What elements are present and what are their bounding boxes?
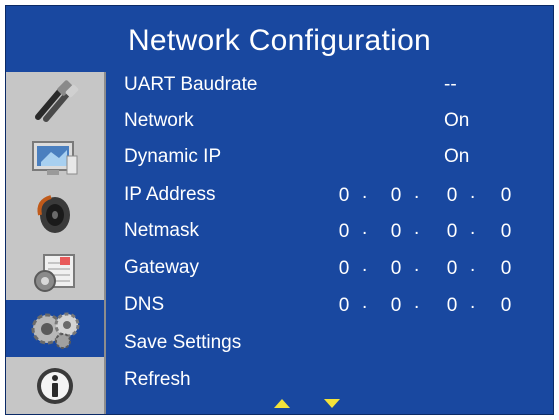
octet-separator: . [362,218,368,239]
scroll-up-arrow-icon[interactable] [274,399,290,408]
network-value: On [444,110,470,131]
gateway-octet-2[interactable]: 0 [386,258,406,280]
sidebar-item-input[interactable] [6,72,104,129]
dns-octet-1[interactable]: 0 [334,295,354,317]
octet-separator: . [362,182,368,203]
netmask-octet-2[interactable]: 0 [386,221,406,243]
osd-menu-panel: Network Configuration UART Baudrate -- N… [5,5,554,415]
refresh-label: Refresh [124,369,191,390]
ip-address-octet-3[interactable]: 0 [442,185,462,207]
netmask-octet-3[interactable]: 0 [442,221,462,243]
ip-address-row[interactable]: IP Address 0 . 0 . 0 . 0 [124,178,553,214]
scroll-arrows [274,399,354,411]
gears-settings-icon [31,312,80,349]
octet-separator: . [470,255,476,276]
gateway-octet-1[interactable]: 0 [334,258,354,280]
dns-label: DNS [124,294,165,315]
ip-address-octet-4[interactable]: 0 [496,185,516,207]
netmask-octet-4[interactable]: 0 [496,221,516,243]
monitor-display-icon [32,140,78,175]
uart-baudrate-value: -- [444,74,457,95]
network-settings-list: UART Baudrate -- Network On Dynamic IP O… [124,68,553,414]
netmask-row[interactable]: Netmask 0 . 0 . 0 . 0 [124,214,553,250]
octet-separator: . [470,292,476,313]
calendar-schedule-icon [34,253,75,292]
network-row[interactable]: Network On [124,104,553,140]
uart-baudrate-row[interactable]: UART Baudrate -- [124,68,553,104]
sidebar-item-network[interactable] [6,300,104,357]
octet-separator: . [362,292,368,313]
scroll-down-arrow-icon[interactable] [324,399,340,408]
dns-octet-2[interactable]: 0 [386,295,406,317]
dns-row[interactable]: DNS 0 . 0 . 0 . 0 [124,288,553,324]
gateway-octet-4[interactable]: 0 [496,258,516,280]
octet-separator: . [414,292,420,313]
cable-connector-icon [35,79,79,122]
dns-octet-3[interactable]: 0 [442,295,462,317]
sidebar-item-audio[interactable] [6,186,104,243]
dynamic-ip-value: On [444,146,470,167]
gateway-row[interactable]: Gateway 0 . 0 . 0 . 0 [124,251,553,287]
save-settings-label: Save Settings [124,332,242,353]
info-icon [37,367,73,404]
dynamic-ip-row[interactable]: Dynamic IP On [124,140,553,176]
uart-baudrate-label: UART Baudrate [124,74,258,95]
network-label: Network [124,110,194,131]
gateway-label: Gateway [124,257,199,278]
octet-separator: . [414,255,420,276]
sidebar-item-schedule[interactable] [6,243,104,300]
octet-separator: . [470,218,476,239]
dns-octet-4[interactable]: 0 [496,295,516,317]
dynamic-ip-label: Dynamic IP [124,146,222,167]
netmask-label: Netmask [124,220,199,241]
sidebar-item-display[interactable] [6,129,104,186]
sidebar [6,72,106,414]
gateway-octet-3[interactable]: 0 [442,258,462,280]
octet-separator: . [414,218,420,239]
octet-separator: . [362,255,368,276]
octet-separator: . [414,182,420,203]
save-settings-row[interactable]: Save Settings [124,326,553,362]
ip-address-octet-2[interactable]: 0 [386,185,406,207]
ip-address-octet-1[interactable]: 0 [334,185,354,207]
sidebar-item-info[interactable] [6,357,104,414]
refresh-row[interactable]: Refresh [124,363,553,399]
octet-separator: . [470,182,476,203]
speaker-audio-icon [37,194,70,233]
page-title: Network Configuration [127,24,432,57]
netmask-octet-1[interactable]: 0 [334,221,354,243]
ip-address-label: IP Address [124,184,216,205]
